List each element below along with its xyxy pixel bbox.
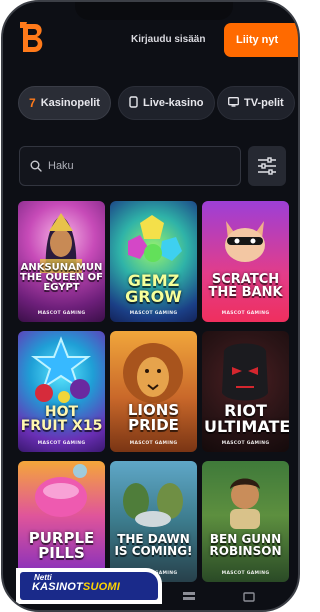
game-grid: Anksunamun the Queen of Egypt Mascot Gam…: [18, 201, 289, 601]
game-title: Scratch the Bank: [208, 272, 283, 301]
game-tile[interactable]: The Dawn is Coming! Mascot Gaming: [110, 461, 197, 582]
game-tile[interactable]: Riot Ultimate Mascot Gaming: [202, 331, 289, 452]
game-title: Lions Pride: [127, 401, 180, 435]
game-title: Anksunamun the Queen of Egypt: [20, 262, 103, 294]
game-provider: Mascot Gaming: [221, 311, 270, 316]
game-tile[interactable]: Scratch the Bank Mascot Gaming: [202, 201, 289, 322]
phone-frame: Kirjaudu sisään Liity nyt 7 Kasinopelit …: [1, 0, 300, 612]
watermark-badge: Netti KASINOTSUOMI: [20, 572, 158, 600]
tab-tv-games[interactable]: TV-pelit: [217, 86, 295, 120]
search-icon: [30, 160, 42, 172]
game-provider: Mascot Gaming: [37, 311, 86, 316]
game-title: Hot Fruit x15: [20, 404, 103, 435]
watermark-bottom-text: KASINOTSUOMI: [32, 581, 120, 593]
castaway-icon: [230, 478, 260, 529]
bottom-nav-icon[interactable]: [243, 592, 255, 602]
sliders-icon: [258, 157, 276, 175]
game-provider: Mascot Gaming: [221, 571, 270, 576]
game-provider: Mascot Gaming: [129, 441, 178, 446]
game-title: The Dawn is Coming!: [114, 532, 193, 559]
game-tile[interactable]: Ben Gunn Robinson Mascot Gaming: [202, 461, 289, 582]
game-provider: Mascot Gaming: [129, 311, 178, 316]
game-tile[interactable]: Hot Fruit x15 Mascot Gaming: [18, 331, 105, 452]
tab-live-casino[interactable]: Live-kasino: [118, 86, 215, 120]
watermark-logo: Netti KASINOTSUOMI: [16, 568, 162, 604]
phone-notch: [75, 2, 233, 20]
filter-button[interactable]: [248, 146, 286, 186]
login-link[interactable]: Kirjaudu sisään: [131, 34, 205, 45]
game-tile[interactable]: Gemz Grow Mascot Gaming: [110, 201, 197, 322]
orc-warriors-icon: [123, 483, 183, 527]
search-box: [19, 146, 241, 186]
game-title: Purple Pills: [28, 529, 95, 563]
game-tile[interactable]: Anksunamun the Queen of Egypt Mascot Gam…: [18, 201, 105, 322]
card-icon: [129, 96, 138, 110]
seven-icon: 7: [29, 96, 36, 110]
watermark-main: KASINOT: [32, 581, 83, 593]
category-tabs: 7 Kasinopelit Live-kasino TV-pelit: [18, 86, 298, 120]
game-title: Ben Gunn Robinson: [209, 532, 282, 559]
tab-label: Kasinopelit: [40, 97, 100, 109]
game-title: Riot Ultimate: [204, 401, 289, 437]
b-logo-icon[interactable]: [17, 20, 47, 56]
game-title: Gemz Grow: [125, 271, 182, 307]
pill-icon: [35, 464, 87, 517]
tab-casino-games[interactable]: 7 Kasinopelit: [18, 86, 111, 120]
tv-icon: [228, 97, 239, 109]
join-button[interactable]: Liity nyt: [224, 23, 298, 57]
game-provider: Mascot Gaming: [221, 441, 270, 446]
game-tile[interactable]: Purple Pills Mascot Gaming: [18, 461, 105, 582]
bottom-nav-icon[interactable]: [182, 590, 196, 602]
game-tile[interactable]: Lions Pride Mascot Gaming: [110, 331, 197, 452]
tab-label: Live-kasino: [143, 97, 204, 109]
watermark-accent: SUOMI: [82, 581, 120, 593]
search-input[interactable]: [48, 160, 228, 172]
cat-icon: [225, 221, 265, 262]
tab-label: TV-pelit: [244, 97, 284, 109]
game-provider: Mascot Gaming: [37, 441, 86, 446]
